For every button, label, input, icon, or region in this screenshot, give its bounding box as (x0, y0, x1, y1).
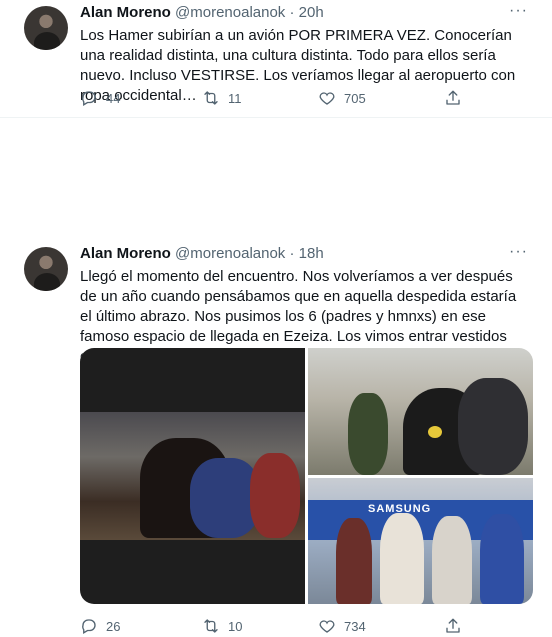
like-count: 705 (344, 90, 366, 106)
timestamp[interactable]: 18h (299, 245, 324, 262)
avatar[interactable] (24, 6, 68, 50)
author-name[interactable]: Alan Moreno (80, 4, 171, 21)
tweet-1[interactable]: Alan Moreno @morenoalanok · 20h ··· Los … (0, 0, 552, 118)
reply-button[interactable]: 44 (80, 89, 120, 107)
media-photo-3[interactable]: SAMSUNG (308, 478, 533, 604)
author-handle[interactable]: @morenoalanok (175, 4, 285, 21)
share-button[interactable] (444, 617, 462, 635)
more-options-icon[interactable]: ··· (509, 2, 528, 20)
like-button[interactable]: 734 (318, 617, 366, 635)
author-handle[interactable]: @morenoalanok (175, 245, 285, 262)
more-options-icon[interactable]: ··· (509, 243, 528, 261)
retweet-button[interactable]: 10 (202, 617, 242, 635)
heart-icon (319, 92, 335, 105)
tweet-header: Alan Moreno @morenoalanok · 20h (80, 4, 324, 21)
separator: · (289, 4, 295, 21)
retweet-count: 10 (228, 618, 243, 634)
reply-button[interactable]: 26 (80, 617, 120, 635)
retweet-icon (204, 91, 218, 105)
share-icon (446, 618, 460, 633)
retweet-count: 11 (228, 90, 242, 106)
reply-count: 26 (106, 618, 121, 634)
reply-count: 44 (106, 90, 121, 106)
like-count: 734 (344, 618, 366, 634)
share-icon (446, 90, 460, 105)
tweet-actions: 44 11 705 (80, 89, 480, 109)
reply-icon (82, 619, 96, 634)
timestamp[interactable]: 20h (299, 4, 324, 21)
author-name[interactable]: Alan Moreno (80, 245, 171, 262)
separator: · (289, 245, 295, 262)
like-button[interactable]: 705 (318, 89, 366, 107)
tweet-2[interactable]: Alan Moreno @morenoalanok · 18h ··· Lleg… (0, 118, 552, 634)
reply-icon (82, 91, 96, 106)
media-photo-1[interactable] (80, 348, 305, 604)
media-photo-2[interactable] (308, 348, 533, 475)
tweet-header: Alan Moreno @morenoalanok · 18h (80, 245, 324, 262)
retweet-icon (204, 619, 218, 633)
avatar[interactable] (24, 247, 68, 291)
heart-icon (319, 620, 335, 633)
retweet-button[interactable]: 11 (202, 89, 242, 107)
tweet-actions: 26 10 734 (80, 617, 480, 637)
share-button[interactable] (444, 89, 462, 107)
media-grid: SAMSUNG (80, 348, 533, 604)
